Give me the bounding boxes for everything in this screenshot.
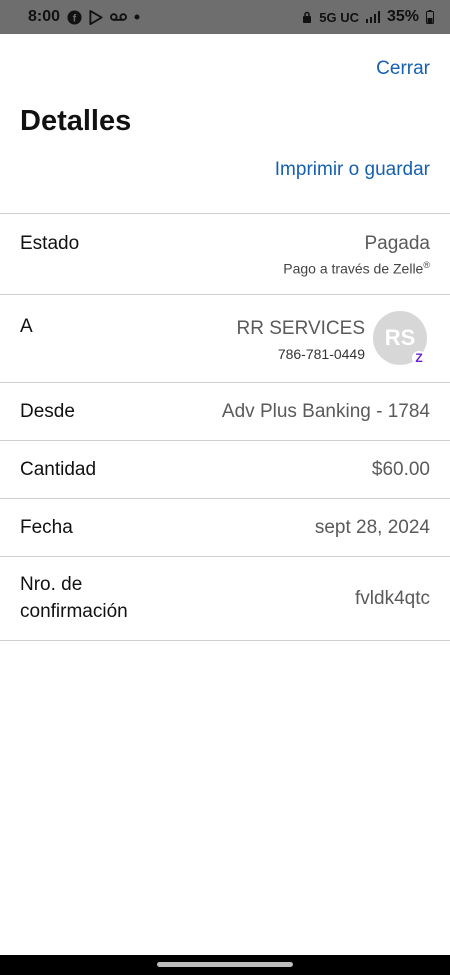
detail-row-date: Fecha sept 28, 2024: [0, 499, 450, 557]
status-bar-right: 5G UC 35%: [302, 8, 434, 26]
svg-text:f: f: [73, 13, 77, 24]
facebook-icon: f: [67, 9, 82, 25]
battery-icon: [426, 10, 434, 24]
print-or-save-button[interactable]: Imprimir o guardar: [275, 159, 430, 181]
close-button[interactable]: Cerrar: [376, 58, 430, 80]
recipient-name: RR SERVICES: [236, 318, 365, 339]
avatar-initials: RS: [384, 325, 416, 350]
estado-value: Pagada: [364, 233, 430, 254]
confirmation-label-line1: Nro. de: [20, 574, 83, 595]
details-list: Estado Pagada Pago a través de Zelle® A …: [0, 213, 450, 641]
status-time: 8:00: [28, 8, 61, 25]
recipient-phone: 786-781-0449: [277, 346, 365, 362]
from-label: Desde: [20, 401, 75, 422]
detail-row-estado: Estado Pagada Pago a través de Zelle®: [0, 214, 450, 295]
amount-value: $60.00: [371, 459, 430, 480]
confirmation-label-line2: confirmación: [20, 601, 128, 622]
detail-row-amount: Cantidad $60.00: [0, 441, 450, 499]
battery-percent: 35%: [386, 8, 419, 25]
amount-label: Cantidad: [20, 459, 97, 480]
voicemail-icon: [110, 12, 128, 22]
zelle-badge-icon: Z: [412, 351, 426, 365]
detail-row-recipient: A RR SERVICES 786-781-0449 RS Z: [0, 295, 450, 383]
home-gesture-handle[interactable]: [157, 962, 293, 967]
play-store-icon: [89, 9, 103, 25]
confirmation-number: fvldk4qtc: [355, 588, 430, 609]
registered-mark-icon: ®: [423, 260, 430, 270]
notification-dot-icon: [134, 14, 140, 20]
from-account: Adv Plus Banking - 1784: [221, 401, 430, 422]
status-bar: 8:00 f 5G UC 35%: [0, 0, 450, 34]
date-label: Fecha: [20, 517, 73, 538]
signal-icon: [365, 11, 380, 23]
detail-row-confirmation: Nro. de confirmación fvldk4qtc: [0, 557, 450, 641]
network-type: 5G UC: [319, 9, 359, 25]
date-value: sept 28, 2024: [314, 517, 430, 538]
navigation-bar: [0, 955, 450, 975]
sim-lock-icon: [302, 11, 312, 24]
detail-row-from: Desde Adv Plus Banking - 1784: [0, 383, 450, 441]
estado-label: Estado: [20, 233, 80, 254]
payment-method-label: Pago a través de Zelle: [283, 260, 424, 277]
status-bar-left: 8:00 f: [28, 8, 140, 26]
payment-method-text: Pago a través de Zelle®: [283, 260, 430, 277]
page-title: Detalles: [20, 105, 132, 137]
recipient-label: A: [20, 316, 33, 337]
